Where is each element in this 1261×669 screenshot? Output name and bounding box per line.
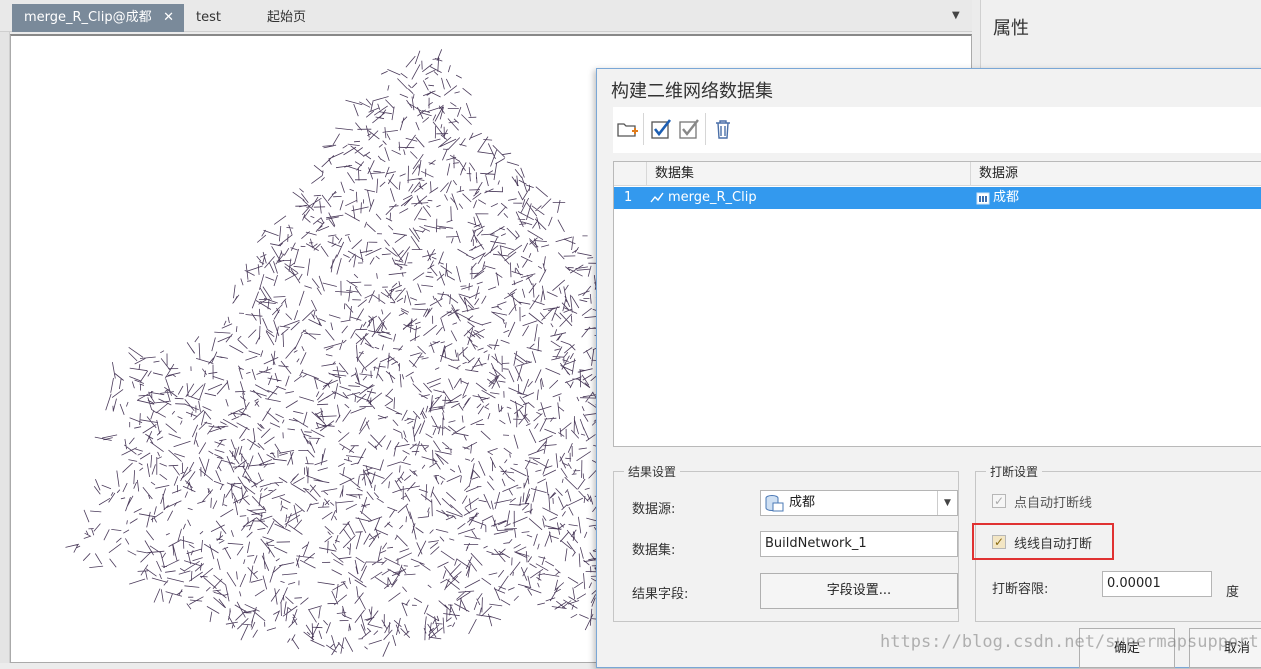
tab-list-dropdown-icon[interactable]: ▼ [952, 10, 960, 21]
road-lines [65, 49, 667, 657]
point-break-checkbox[interactable]: ✓ [992, 494, 1006, 508]
close-icon[interactable]: ✕ [163, 4, 174, 32]
dataset-grid: 数据集 数据源 1 merge_R_Clip 成都 [613, 161, 1261, 447]
grid-header: 数据集 数据源 [614, 162, 1261, 186]
column-header-datasource[interactable]: 数据源 [970, 162, 1261, 186]
datasource-label: 数据源: [632, 502, 676, 517]
row-datasource: 成都 [993, 190, 1020, 205]
tolerance-input[interactable]: 0.00001 [1102, 571, 1212, 597]
table-row[interactable]: 1 merge_R_Clip 成都 [614, 187, 1261, 209]
tolerance-label: 打断容限: [992, 582, 1049, 597]
dialog-toolbar [613, 107, 1261, 153]
build-network-dialog: 构建二维网络数据集 数据集 数据源 1 merge_R_Clip 成都 结果设置… [596, 68, 1261, 668]
break-settings-title: 打断设置 [986, 463, 1043, 480]
toolbar-separator [643, 113, 644, 145]
datasource-icon [976, 192, 990, 205]
document-tab-bar: merge_R_Clip@成都 ✕ test 起始页 [0, 0, 972, 32]
tolerance-unit: 度 [1226, 585, 1240, 600]
field-settings-button[interactable]: 字段设置... [760, 573, 958, 609]
column-header-dataset[interactable]: 数据集 [646, 162, 970, 186]
toolbar-separator [705, 113, 706, 145]
row-index: 1 [624, 190, 633, 205]
result-settings-group: 结果设置 数据源: 成都 ▼ 数据集: BuildNetwork_1 结果字段:… [613, 463, 959, 622]
add-dataset-icon[interactable] [615, 117, 639, 141]
select-all-icon[interactable] [649, 117, 673, 141]
tab-start-page[interactable]: 起始页 [267, 4, 327, 32]
select-invert-icon[interactable] [677, 117, 701, 141]
grid-corner [614, 162, 646, 186]
left-panel-edge [0, 32, 10, 663]
point-break-label: 点自动打断线 [1014, 496, 1093, 511]
tab-label: 起始页 [267, 10, 307, 25]
tab-label: merge_R_Clip@成都 [24, 10, 152, 25]
tab-label: test [196, 10, 221, 25]
dataset-name-input[interactable]: BuildNetwork_1 [760, 531, 958, 557]
highlight-box [972, 523, 1114, 560]
watermark-text: https://blog.csdn.net/supermapsupport [880, 632, 1259, 652]
properties-title: 属性 [993, 18, 1029, 39]
datasource-select[interactable]: 成都 ▼ [760, 490, 958, 516]
database-icon [765, 495, 784, 512]
tab-test[interactable]: test [196, 4, 246, 32]
dialog-title: 构建二维网络数据集 [611, 81, 773, 102]
row-dataset: merge_R_Clip [668, 190, 757, 205]
datasource-value: 成都 [789, 495, 816, 510]
delete-icon[interactable] [711, 117, 735, 141]
result-settings-title: 结果设置 [624, 463, 681, 480]
tab-merge-r-clip[interactable]: merge_R_Clip@成都 ✕ [12, 4, 184, 32]
dataset-label: 数据集: [632, 543, 676, 558]
result-field-label: 结果字段: [632, 587, 689, 602]
line-dataset-icon [650, 192, 664, 203]
chevron-down-icon[interactable]: ▼ [937, 491, 957, 515]
